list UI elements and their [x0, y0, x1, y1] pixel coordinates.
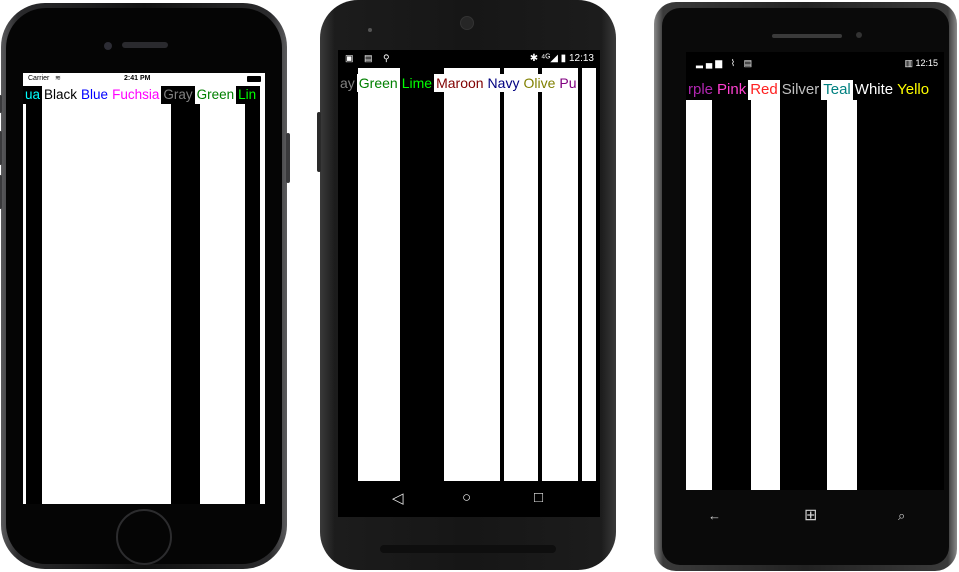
volume-down-button — [0, 175, 2, 209]
iphone-device: Carrier ≋ 2:41 PM ua Black Blue Fuchsia Gray… — [0, 3, 290, 569]
color-bar-navy — [504, 68, 538, 481]
color-bar-maroon — [444, 68, 500, 481]
back-icon[interactable]: ← — [708, 508, 721, 523]
wp-screen: ▂▄▆ ⌇ ▤ ▥ 12:15 rple Pink Red Silver Teal Whi… — [686, 52, 944, 490]
home-button[interactable] — [116, 509, 172, 565]
wp-nav-bar: ← ⊞ ⌕ — [686, 502, 944, 532]
back-icon[interactable]: ◁ — [392, 489, 404, 507]
front-camera — [460, 16, 474, 30]
color-bar-lime — [245, 86, 260, 504]
color-label-aqua[interactable]: ua — [23, 86, 43, 104]
android-status-bar: ▣ ▤ ⚲ ✱ ⁴ᴳ◢ ▮ 12:13 — [338, 50, 600, 68]
color-label-gray[interactable]: Gray — [161, 86, 195, 104]
color-label-gray[interactable]: ay — [338, 74, 357, 92]
notification-icons: ▣ ▤ ⚲ — [345, 53, 394, 63]
color-label-lime[interactable]: Lin — [236, 86, 259, 104]
android-screen: ▣ ▤ ⚲ ✱ ⁴ᴳ◢ ▮ 12:13 ay Green Lime Maroon Nav… — [338, 50, 600, 517]
color-bar-purple — [582, 68, 596, 481]
status-right: ✱ ⁴ᴳ◢ ▮ 12:13 — [529, 53, 594, 64]
color-bar-teal — [827, 80, 857, 490]
wp-status-bar: ▂▄▆ ⌇ ▤ ▥ 12:15 — [686, 52, 944, 74]
volume-up-button — [0, 131, 2, 165]
recents-icon[interactable]: □ — [534, 489, 543, 506]
color-label-green[interactable]: Green — [194, 86, 237, 104]
color-label-purple[interactable]: rple — [686, 80, 716, 100]
mute-switch — [0, 95, 2, 113]
color-label-black[interactable]: Black — [42, 86, 80, 104]
bottom-speaker — [380, 545, 556, 553]
windows-start-icon[interactable]: ⊞ — [804, 505, 817, 525]
color-name-strip[interactable]: ua Black Blue Fuchsia Gray Green Lin — [23, 86, 259, 104]
android-device: ▣ ▤ ⚲ ✱ ⁴ᴳ◢ ▮ 12:13 ay Green Lime Maroon Nav… — [317, 0, 616, 570]
home-icon[interactable]: ○ — [462, 489, 471, 506]
color-label-red[interactable]: Red — [748, 80, 780, 100]
power-button — [317, 112, 321, 172]
windows-phone-device: ▂▄▆ ⌇ ▤ ▥ 12:15 rple Pink Red Silver Teal Whi… — [654, 2, 957, 571]
color-label-olive[interactable]: Olive — [521, 74, 558, 92]
color-label-purple[interactable]: Pu — [557, 74, 579, 92]
color-bar-purple — [686, 80, 712, 490]
color-name-strip[interactable]: ay Green Lime Maroon Navy Olive Pu — [338, 74, 579, 92]
battery-icon — [247, 76, 261, 82]
signal-icons: ▂▄▆ ⌇ ▤ — [696, 58, 756, 68]
color-label-fuchsia[interactable]: Fuchsia — [110, 86, 162, 104]
status-right: ▥ 12:15 — [904, 58, 938, 68]
color-label-lime[interactable]: Lime — [399, 74, 435, 92]
color-label-white[interactable]: White — [852, 80, 896, 100]
status-time: 2:41 PM — [124, 75, 151, 82]
carrier-label: Carrier — [28, 75, 50, 82]
front-camera — [856, 32, 862, 38]
color-label-blue[interactable]: Blue — [79, 86, 111, 104]
color-bar-gray — [171, 86, 200, 504]
front-camera — [104, 42, 112, 50]
android-nav-bar: ◁ ○ □ — [338, 481, 600, 517]
color-label-yellow[interactable]: Yello — [895, 80, 932, 100]
color-bar-aqua — [26, 86, 42, 504]
sensor — [368, 28, 372, 32]
color-bar-green — [358, 68, 400, 481]
power-button — [286, 133, 290, 183]
color-name-strip[interactable]: rple Pink Red Silver Teal White Yello — [686, 80, 932, 100]
ios-screen: Carrier ≋ 2:41 PM ua Black Blue Fuchsia Gray… — [23, 73, 265, 504]
color-label-pink[interactable]: Pink — [715, 80, 749, 100]
color-label-navy[interactable]: Navy — [485, 74, 522, 92]
wifi-icon: ≋ — [55, 75, 61, 82]
color-label-green[interactable]: Green — [356, 74, 400, 92]
ios-status-bar: Carrier ≋ 2:41 PM — [23, 73, 265, 85]
color-bar-red — [751, 80, 780, 490]
color-label-silver[interactable]: Silver — [779, 80, 822, 100]
color-label-teal[interactable]: Teal — [821, 80, 853, 100]
earpiece-speaker — [772, 34, 842, 38]
earpiece-speaker — [122, 42, 168, 48]
android-content — [338, 68, 600, 481]
search-icon[interactable]: ⌕ — [898, 508, 905, 524]
color-label-maroon[interactable]: Maroon — [434, 74, 486, 92]
color-bar-olive — [542, 68, 578, 481]
